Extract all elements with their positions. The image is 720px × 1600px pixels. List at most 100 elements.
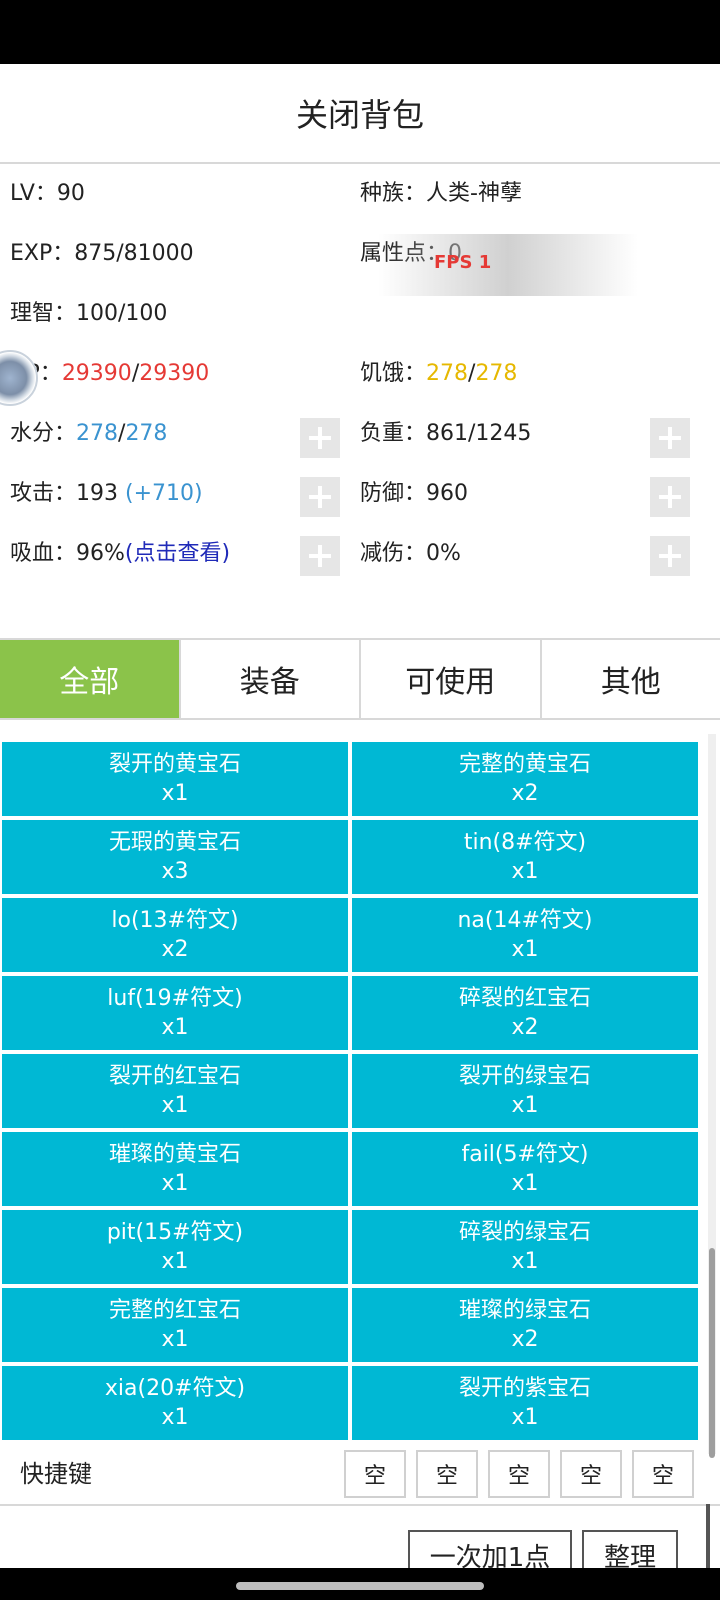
inventory-item[interactable]: fail(5#符文) x1 — [352, 1132, 698, 1206]
plus-icon — [309, 545, 331, 567]
inventory-item[interactable]: 完整的黄宝石 x2 — [352, 742, 698, 816]
item-quantity: x1 — [511, 1249, 539, 1274]
page-scroll-indicator — [706, 1504, 710, 1568]
inventory-item[interactable]: 璀璨的绿宝石 x2 — [352, 1288, 698, 1362]
plus-icon — [309, 486, 331, 508]
item-name: na(14#符文) — [457, 908, 593, 933]
race-stat: 种族：人类-神孽 — [360, 181, 522, 206]
tab-usable[interactable]: 可使用 — [361, 640, 542, 718]
shortcut-slot[interactable]: 空 — [560, 1450, 622, 1498]
item-name: pit(15#符文) — [106, 1220, 244, 1245]
item-name: 无瑕的黄宝石 — [108, 830, 241, 855]
tab-other[interactable]: 其他 — [542, 640, 720, 718]
item-name: xia(20#符文) — [104, 1376, 246, 1401]
inventory-item[interactable]: lo(13#符文) x2 — [2, 898, 348, 972]
item-name: 碎裂的红宝石 — [458, 986, 591, 1011]
item-quantity: x2 — [511, 1327, 539, 1352]
item-quantity: x1 — [511, 1093, 539, 1118]
inventory-item[interactable]: 完整的红宝石 x1 — [2, 1288, 348, 1362]
water-plus-button[interactable] — [300, 477, 340, 517]
item-quantity: x1 — [161, 1327, 189, 1352]
item-name: 碎裂的绿宝石 — [458, 1220, 591, 1245]
level-stat: LV：90 — [10, 181, 85, 206]
defense-plus-button[interactable] — [650, 536, 690, 576]
hp-stat: HP：29390/29390 — [10, 361, 210, 386]
plus-icon — [659, 545, 681, 567]
inventory-item[interactable]: 碎裂的红宝石 x2 — [352, 976, 698, 1050]
hp-plus-button[interactable] — [300, 418, 340, 458]
item-quantity: x3 — [161, 859, 189, 884]
item-name: 裂开的绿宝石 — [458, 1064, 591, 1089]
item-quantity: x1 — [161, 1405, 189, 1430]
item-name: 完整的红宝石 — [108, 1298, 241, 1323]
inventory-item[interactable]: 裂开的绿宝石 x1 — [352, 1054, 698, 1128]
inventory-item[interactable]: 璀璨的黄宝石 x1 — [2, 1132, 348, 1206]
attack-plus-button[interactable] — [300, 536, 340, 576]
lifesteal-stat: 吸血：96%(点击查看) — [10, 541, 231, 566]
damage-reduction-stat: 减伤：0% — [360, 541, 461, 566]
close-backpack-button[interactable]: 关闭背包 — [0, 64, 720, 164]
sanity-stat: 理智：100/100 — [10, 301, 168, 326]
lifesteal-details-link[interactable]: (点击查看) — [125, 541, 230, 566]
bottom-actions: 一次加1点 整理 — [0, 1504, 720, 1568]
defense-stat: 防御：960 — [360, 481, 469, 506]
inventory-item[interactable]: 裂开的紫宝石 x1 — [352, 1366, 698, 1440]
gesture-bar[interactable] — [236, 1582, 484, 1590]
item-name: luf(19#符文) — [107, 986, 243, 1011]
plus-icon — [309, 427, 331, 449]
item-quantity: x1 — [511, 937, 539, 962]
inventory-tabs: 全部 装备 可使用 其他 — [0, 638, 720, 720]
load-plus-button[interactable] — [650, 477, 690, 517]
inventory-item[interactable]: xia(20#符文) x1 — [2, 1366, 348, 1440]
item-quantity: x2 — [511, 1015, 539, 1040]
sort-button[interactable]: 整理 — [582, 1530, 678, 1568]
item-quantity: x1 — [161, 1171, 189, 1196]
tab-equipment[interactable]: 装备 — [181, 640, 361, 718]
item-name: 璀璨的黄宝石 — [108, 1142, 241, 1167]
item-name: lo(13#符文) — [111, 908, 239, 933]
item-name: 裂开的红宝石 — [108, 1064, 241, 1089]
shortcut-slot[interactable]: 空 — [344, 1450, 406, 1498]
item-quantity: x1 — [511, 1405, 539, 1430]
item-quantity: x2 — [161, 937, 189, 962]
plus-icon — [659, 486, 681, 508]
item-quantity: x1 — [161, 1249, 189, 1274]
inventory-list[interactable]: 裂开的黄宝石 x1 完整的黄宝石 x2 无瑕的黄宝石 x3 tin(8#符文) x1 lo(13… — [0, 732, 708, 1446]
item-quantity: x2 — [511, 781, 539, 806]
scrollbar-thumb[interactable] — [709, 1248, 715, 1458]
inventory-scrollbar[interactable] — [708, 734, 716, 1458]
hunger-stat: 饥饿：278/278 — [360, 361, 518, 386]
item-quantity: x1 — [161, 1015, 189, 1040]
fps-overlay: FPS 1 — [378, 234, 638, 296]
hunger-plus-button[interactable] — [650, 418, 690, 458]
tab-all[interactable]: 全部 — [0, 640, 181, 718]
shortcut-slot[interactable]: 空 — [488, 1450, 550, 1498]
inventory-item[interactable]: 裂开的红宝石 x1 — [2, 1054, 348, 1128]
inventory-item[interactable]: na(14#符文) x1 — [352, 898, 698, 972]
inventory-item[interactable]: 无瑕的黄宝石 x3 — [2, 820, 348, 894]
exp-stat: EXP：875/81000 — [10, 241, 194, 266]
inventory-item[interactable]: 碎裂的绿宝石 x1 — [352, 1210, 698, 1284]
add-one-point-button[interactable]: 一次加1点 — [408, 1530, 572, 1568]
attack-stat: 攻击：193 (+710) — [10, 481, 203, 506]
item-quantity: x1 — [161, 781, 189, 806]
water-stat: 水分：278/278 — [10, 421, 168, 446]
item-quantity: x1 — [511, 1171, 539, 1196]
shortcut-slot[interactable]: 空 — [416, 1450, 478, 1498]
item-name: 裂开的紫宝石 — [458, 1376, 591, 1401]
item-name: 裂开的黄宝石 — [108, 752, 241, 777]
item-name: tin(8#符文) — [463, 830, 587, 855]
inventory-item[interactable]: pit(15#符文) x1 — [2, 1210, 348, 1284]
inventory-item[interactable]: luf(19#符文) x1 — [2, 976, 348, 1050]
page-title: 关闭背包 — [295, 96, 424, 134]
backpack-screen: 关闭背包 LV：90 种族：人类-神孽 EXP：875/81000 属性点：0 … — [0, 64, 720, 1568]
item-name: 完整的黄宝石 — [458, 752, 591, 777]
shortcut-label: 快捷键 — [20, 1460, 92, 1488]
item-quantity: x1 — [161, 1093, 189, 1118]
load-stat: 负重：861/1245 — [360, 421, 532, 446]
inventory-item[interactable]: tin(8#符文) x1 — [352, 820, 698, 894]
plus-icon — [659, 427, 681, 449]
inventory-item[interactable]: 裂开的黄宝石 x1 — [2, 742, 348, 816]
item-quantity: x1 — [511, 859, 539, 884]
shortcut-slot[interactable]: 空 — [632, 1450, 694, 1498]
